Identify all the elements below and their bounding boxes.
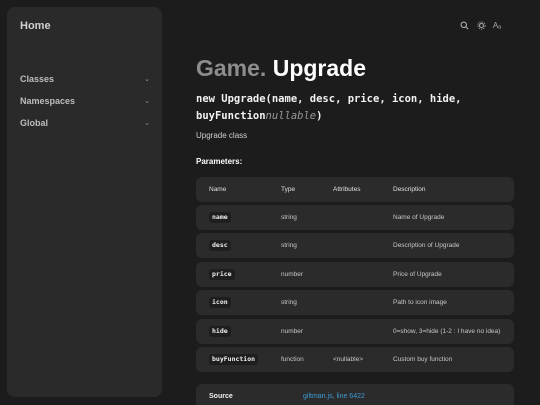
param-name-cell: desc [209,233,231,258]
signature-param: buyFunction [196,110,266,122]
param-name-cell: hide [209,319,231,344]
param-description: Name of Upgrade [393,214,445,221]
params-heading: Parameters: [196,157,243,166]
table-row: hide number 0=show, 3=hide (1-2 : I have… [196,319,514,344]
param-name: buyFunction [209,354,259,365]
param-name: name [209,212,231,223]
sidebar-item-label: Classes [20,74,55,84]
column-header: Description [393,186,426,193]
chevron-down-icon: ⌄ [144,98,150,105]
home-link[interactable]: Home [20,20,51,32]
signature-line: buyFunctionnullable) [196,108,496,125]
source-row: Source giltman.js, line 6422 [196,384,514,405]
table-row: desc string Description of Upgrade [196,233,514,258]
sidebar-item-label: Global [20,118,49,128]
nullable-tag: nullable [265,110,317,122]
search-icon[interactable] [459,21,469,31]
title-class-name: Upgrade [272,55,367,81]
column-header: Attributes [333,186,361,193]
param-type: string [281,214,297,221]
source-line[interactable]: , line 6422 [333,393,365,400]
param-name-cell: price [209,262,235,287]
title-namespace: Game. [196,55,267,81]
source-link[interactable]: giltman.js, line 6422 [303,393,365,400]
param-name-cell: icon [209,290,231,315]
param-description: Description of Upgrade [393,242,460,249]
table-row: name string Name of Upgrade [196,205,514,230]
column-header: Type [281,186,296,193]
param-description: Custom buy function [393,356,453,363]
table-row: price number Price of Upgrade [196,262,514,287]
class-description: Upgrade class [196,131,248,140]
signature-close: ) [316,110,323,122]
param-description: Price of Upgrade [393,271,442,278]
param-name: price [209,269,235,280]
param-name-cell: name [209,205,231,230]
param-type: string [281,242,297,249]
param-name: icon [209,297,231,308]
page-title: Game. Upgrade [196,55,366,82]
param-attributes: <nullable> [333,356,363,363]
param-name-cell: buyFunction [209,347,259,372]
chevron-down-icon: ⌄ [144,76,150,83]
signature-line: new Upgrade(name, desc, price, icon, hid… [196,93,462,105]
sidebar-item-namespaces[interactable]: Namespaces ⌄ [20,96,150,106]
sidebar-item-global[interactable]: Global ⌄ [20,118,150,128]
table-row: icon string Path to icon image [196,290,514,315]
sidebar-item-label: Namespaces [20,96,76,106]
table-header: Name Type Attributes Description [196,177,514,202]
param-type: number [281,328,304,335]
param-name: desc [209,240,231,251]
param-type: string [281,299,297,306]
table-row: buyFunction function <nullable> Custom b… [196,347,514,372]
column-header: Name [209,186,227,193]
source-file[interactable]: giltman.js [303,393,333,400]
param-name: hide [209,326,231,337]
chevron-down-icon: ⌄ [144,120,150,127]
param-description: 0=show, 3=hide (1-2 : I have no idea) [393,328,501,335]
text-size-icon[interactable]: Aₐ [492,21,502,31]
source-label: Source [209,393,233,400]
param-type: function [281,356,304,363]
param-description: Path to icon image [393,299,447,306]
sidebar-item-classes[interactable]: Classes ⌄ [20,74,150,84]
gear-icon[interactable] [476,21,486,31]
sidebar: Home Classes ⌄ Namespaces ⌄ Global ⌄ [7,7,162,397]
constructor-signature: new Upgrade(name, desc, price, icon, hid… [196,91,496,125]
param-type: number [281,271,304,278]
